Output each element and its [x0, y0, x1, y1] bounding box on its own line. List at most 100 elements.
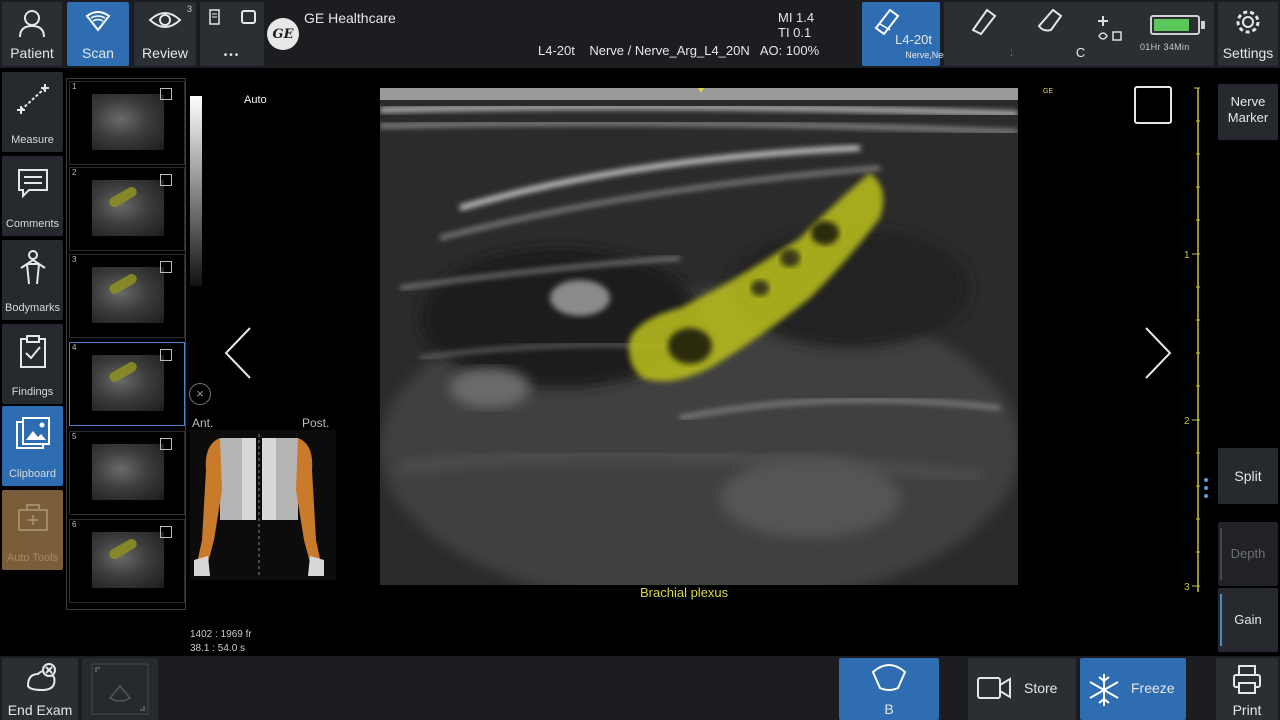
- probe-c1-5-button[interactable]: C1-5: [1012, 2, 1104, 66]
- thumbnail-checkbox[interactable]: [160, 526, 172, 538]
- orientation-posterior: Post.: [302, 416, 330, 430]
- thumbnail-checkbox[interactable]: [160, 438, 172, 450]
- thumbnail-number: 3: [72, 255, 77, 264]
- end-exam-icon: [26, 663, 56, 692]
- end-exam-button[interactable]: End Exam: [2, 658, 78, 720]
- curved-probe-icon: [1037, 8, 1063, 32]
- gain-indicator: [1220, 594, 1222, 646]
- mode-label: Auto: [244, 94, 267, 106]
- network-icon: [1098, 16, 1122, 41]
- brand-name: GE Healthcare: [304, 10, 396, 26]
- battery-tip: [1201, 21, 1205, 29]
- bodymarks-tool[interactable]: Bodymarks: [2, 240, 63, 320]
- store-button[interactable]: Store: [968, 658, 1076, 720]
- gain-label: Gain: [1234, 612, 1262, 627]
- grayscale-bar: [190, 96, 202, 286]
- cine-frame-counter: 1402 : 1969 fr 38.1 : 54.0 s: [190, 628, 252, 656]
- thumbnail-number: 1: [72, 82, 77, 91]
- battery-indicator: [1150, 15, 1200, 35]
- frame-count: 1402 : 1969 fr: [190, 629, 252, 640]
- connectivity-icons: [1095, 14, 1135, 50]
- review-count-badge: 3: [186, 4, 192, 14]
- frame-time: 38.1 : 54.0 s: [190, 643, 246, 654]
- auto-tools[interactable]: Auto Tools: [2, 490, 63, 570]
- thumbnail-3[interactable]: 3: [69, 254, 185, 338]
- sector-probe-icon: [971, 8, 997, 36]
- body-icon: [19, 250, 46, 285]
- thumbnail-1[interactable]: 1: [69, 81, 185, 165]
- eye-icon: [148, 12, 182, 28]
- probe-l4-20t-button[interactable]: L4-20t Nerve,Nerve_Arg: [862, 2, 975, 66]
- depth-scale: 1 2 3: [1184, 87, 1200, 593]
- probe-scan-icon: [85, 11, 111, 32]
- thumbnail-2[interactable]: 2: [69, 167, 185, 251]
- depth-control[interactable]: Depth: [1218, 522, 1278, 586]
- close-icon[interactable]: ×: [189, 383, 211, 405]
- clipboard-label: Clipboard: [8, 468, 57, 480]
- ge-logo: GE: [267, 18, 299, 50]
- settings-button[interactable]: Settings: [1218, 2, 1278, 66]
- freeze-button[interactable]: Freeze: [1080, 658, 1186, 720]
- probe-l4-20t-label: L4-20t: [895, 32, 932, 47]
- layout-icon: [91, 663, 149, 715]
- split-button[interactable]: Split: [1218, 448, 1278, 504]
- scan-button[interactable]: Scan: [67, 2, 129, 66]
- thumbnail-6[interactable]: 6: [69, 519, 185, 603]
- mechanical-index: MI 1.4: [778, 10, 815, 25]
- thumbnail-image: [92, 94, 164, 150]
- bodymark-diagram: [190, 430, 336, 580]
- toolbox-icon: [17, 504, 48, 531]
- nerve-marker-button[interactable]: Nerve Marker: [1218, 84, 1278, 140]
- video-camera-icon: [977, 677, 1011, 699]
- thumbnail-checkbox[interactable]: [160, 174, 172, 186]
- more-button[interactable]: •••: [200, 2, 264, 66]
- clipboard-tool[interactable]: Clipboard: [2, 406, 63, 486]
- snowflake-icon: [1089, 674, 1119, 706]
- print-button[interactable]: Print: [1216, 658, 1278, 720]
- ultrasound-image[interactable]: [380, 88, 1018, 585]
- depth-label: Depth: [1230, 546, 1266, 561]
- probe-name: L4-20t: [538, 43, 575, 58]
- image-layout-button[interactable]: [82, 658, 158, 720]
- measure-tool[interactable]: Measure: [2, 72, 63, 152]
- comments-label: Comments: [5, 218, 60, 230]
- patient-button[interactable]: Patient: [2, 2, 62, 66]
- thumbnail-4[interactable]: 4: [69, 342, 185, 426]
- thermal-index: TI 0.1: [778, 25, 812, 40]
- probe-3sc-button[interactable]: 3Sc: [944, 2, 1033, 66]
- gear-icon: [1236, 10, 1260, 34]
- thumbnail-number: 2: [72, 168, 77, 177]
- b-mode-button[interactable]: B: [839, 658, 939, 720]
- thumbnail-checkbox[interactable]: [160, 88, 172, 100]
- measure-icon: [16, 84, 49, 114]
- gain-control[interactable]: Gain: [1218, 588, 1278, 652]
- bodymarks-label: Bodymarks: [4, 302, 61, 314]
- ultrasound-scan-rendering: [380, 88, 1018, 585]
- scan-label: Scan: [82, 45, 114, 61]
- preset-name: Nerve / Nerve_Arg_L4_20N: [589, 43, 750, 58]
- printer-icon: [1233, 665, 1261, 694]
- patient-icon: [19, 10, 45, 38]
- battery-time: 01Hr 34Min: [1140, 42, 1190, 52]
- b-mode-icon: [871, 664, 907, 691]
- thumbnail-number: 4: [72, 343, 77, 352]
- auto-tools-label: Auto Tools: [6, 552, 59, 564]
- findings-label: Findings: [11, 386, 54, 398]
- thumbnail-checkbox[interactable]: [160, 261, 172, 273]
- comments-tool[interactable]: Comments: [2, 156, 63, 236]
- review-button[interactable]: 3 Review: [134, 2, 196, 66]
- clipboard-thumbnails: 1 2 3 4 5 6: [66, 78, 186, 610]
- previous-arrow-icon[interactable]: [222, 326, 254, 380]
- thumbnail-checkbox[interactable]: [160, 349, 172, 361]
- acoustic-output: AO: 100%: [759, 43, 820, 58]
- orientation-anterior: Ant.: [192, 416, 214, 430]
- findings-tool[interactable]: Findings: [2, 324, 63, 404]
- depth-tick-1: 1: [1184, 250, 1190, 261]
- freeze-label: Freeze: [1131, 680, 1175, 696]
- depth-tick-2: 2: [1184, 416, 1190, 427]
- focus-box[interactable]: [1134, 86, 1172, 124]
- depth-tick-3: 3: [1184, 582, 1190, 593]
- more-dots: •••: [223, 50, 241, 61]
- next-arrow-icon[interactable]: [1142, 326, 1174, 380]
- thumbnail-5[interactable]: 5: [69, 431, 185, 515]
